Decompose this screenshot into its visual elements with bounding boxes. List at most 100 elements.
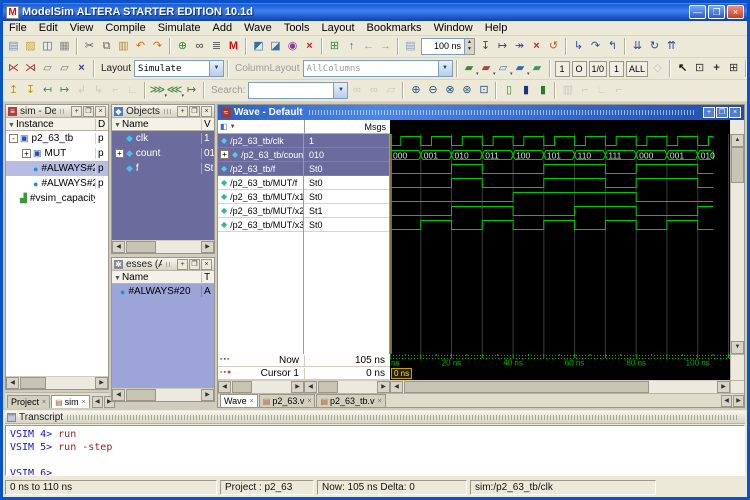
processes-hscrollbar[interactable]: ◀ ▶ [112,388,214,401]
wave-signal-name[interactable]: + ◆/p2_63_tb/count [218,148,303,162]
collapse-time-icon[interactable]: ⋘ ▾ [166,82,184,99]
zoom-mode-icon[interactable]: ⊡ [691,60,708,77]
new-file-icon[interactable]: ▤ [5,38,22,55]
wave-panel-header[interactable]: ≈ Wave - Default + ❐ × [218,105,744,120]
columnlayout-combo[interactable]: AllColumns ▼ [302,60,453,77]
scroll-thumb[interactable] [318,381,338,393]
run-all-icon[interactable]: ↠ [511,38,528,55]
add2-icon[interactable]: ▪ [227,354,229,366]
expand-time-icon[interactable]: ⋙ ▾ [149,82,167,99]
menu-file[interactable]: File [3,21,33,36]
scroll-left-button[interactable]: ◀ [112,241,125,253]
scroll-right-button[interactable]: ▶ [377,381,390,393]
scroll-thumb[interactable] [126,241,156,253]
tab-wave[interactable]: Wave × [220,394,258,407]
search-next-icon[interactable]: ∞ [365,82,382,99]
wave-pane1-icon[interactable]: ▯ [500,82,517,99]
cut-left-icon[interactable]: ⋉ [5,60,22,77]
wave-signal-value[interactable]: St0 [304,162,389,176]
step-over-icon[interactable]: ↷ [587,38,604,55]
wand-icon[interactable]: ◇ [649,60,666,77]
wave-names-header[interactable]: ◧ ▼ [218,120,304,134]
pencil-icon[interactable]: ▪ [223,367,225,379]
panel-grip[interactable] [60,108,66,114]
scroll-left-button[interactable]: ◀ [6,377,19,389]
wave-signal-name[interactable]: ◆/p2_63_tb/MUT/x2 [218,204,303,218]
force-value-button[interactable]: 1 [609,60,625,77]
cut-icon[interactable]: ✂ [81,38,98,55]
panel-close-button[interactable]: × [201,105,212,117]
zoom-full-icon[interactable]: ⊗ [441,82,458,99]
search-options-icon[interactable]: ▱ [382,82,399,99]
wave-signal-name[interactable]: ◆/p2_63_tb/clk [218,134,303,148]
wave-signal-name[interactable]: ◆/p2_63_tb/MUT/x1 [218,190,303,204]
expand-icon[interactable]: + [220,150,229,159]
prev-transition-icon[interactable]: ↤ [39,82,56,99]
tab-sim[interactable]: ▤ sim × [51,395,90,408]
scroll-down-button[interactable]: ▼ [731,341,744,354]
goto-line-icon[interactable]: ≣ [208,38,225,55]
objects-list-item[interactable]: ◆ clk 1 [112,131,214,146]
wave-plot-area[interactable]: 000 001 010 011 100 101 110 111 000 001 010 [390,134,730,354]
menu-help[interactable]: Help [479,21,514,36]
transcript-console[interactable]: VSIM 4> run VSIM 5> run -step VSIM 6> [5,425,745,476]
back-icon[interactable]: ← [360,38,377,55]
scroll-left-button[interactable]: ◀ [304,381,317,393]
processes-panel-header[interactable]: ✱ esses (Active) + ❐ × [112,258,214,271]
menu-window[interactable]: Window [428,21,479,36]
zoom-out-icon[interactable]: ⊖ [424,82,441,99]
scroll-thumb[interactable] [404,381,649,393]
close-button[interactable]: × [727,5,744,19]
instance-tree-item[interactable]: ●#ALWAYS#20p [6,161,108,176]
wave-signal-value[interactable]: St0 [304,218,389,232]
chevron-down-icon[interactable]: ▼ [230,124,236,130]
next-fall-icon[interactable]: ↳ [90,82,107,99]
layout-combo[interactable]: Simulate ▼ [134,60,225,77]
write-icon[interactable]: ▪ [223,354,225,366]
search-prev-icon[interactable]: ∞ [348,82,365,99]
panel-grip[interactable] [308,110,696,115]
minimize-button[interactable]: — [689,5,706,19]
wave-signal-name[interactable]: ◆/p2_63_tb/MUT/f [218,176,303,190]
delete-cursor-icon[interactable]: ↧ [22,82,39,99]
open-icon[interactable]: ▨ [22,38,39,55]
paste-icon[interactable]: ▥ [115,38,132,55]
close-tab-icon[interactable]: × [250,398,254,405]
add-wave-icon[interactable]: ⊕ [174,38,191,55]
panel-grip[interactable] [163,108,172,114]
collapse-icon[interactable]: - [9,134,18,143]
continue-icon[interactable]: ⇈ [663,38,680,55]
plot-hscrollbar[interactable]: ◀ ▶ [390,380,730,393]
menu-bookmarks[interactable]: Bookmarks [361,21,428,36]
panel-grip[interactable] [67,414,739,420]
link-icon[interactable]: ▪ [220,354,222,366]
step-icon[interactable]: ↳ [570,38,587,55]
collapse-all-icon[interactable]: ↦ [183,82,200,99]
wave-msgs-header[interactable]: Msgs [304,120,390,134]
names-hscrollbar[interactable]: ◀ ▶ [218,380,304,393]
environment-icon[interactable]: ⊞ [326,38,343,55]
compile-all-icon[interactable]: ◪ [267,38,284,55]
forward-icon[interactable]: → [377,38,394,55]
panel-float-button[interactable]: ❐ [716,107,728,118]
save-icon[interactable]: ◫ [39,38,56,55]
restore-layout-icon[interactable]: ▤ [402,38,419,55]
force-0-button[interactable]: O [571,60,587,77]
next-transition-icon[interactable]: ↦ [56,82,73,99]
run-length-field-value[interactable]: 100 ns [421,38,465,55]
restart-icon[interactable]: ↺ [545,38,562,55]
wave-signal-value[interactable]: St0 [304,190,389,204]
instance-column-header[interactable]: ▼Instance D [6,118,108,131]
panel-float-button[interactable]: ❐ [189,105,200,117]
titlebar[interactable]: M ModelSim ALTERA STARTER EDITION 10.1d … [3,3,747,21]
signal-force-icon[interactable]: ▰ ▾ [461,60,479,77]
wave-vscrollbar[interactable]: ▲ ▼ [730,134,744,354]
menu-wave[interactable]: Wave [238,21,278,36]
compile-icon[interactable]: ◩ [250,38,267,55]
close-tab-icon[interactable]: × [42,399,46,406]
scroll-right-button[interactable]: ▶ [717,381,730,393]
values-hscrollbar[interactable]: ◀ ▶ [304,380,390,393]
scroll-right-button[interactable]: ▶ [291,381,304,393]
find-icon[interactable]: ∞ [191,38,208,55]
wave-cursor-row[interactable]: ▪ ▪ ● Cursor 1 0 ns [218,367,390,380]
